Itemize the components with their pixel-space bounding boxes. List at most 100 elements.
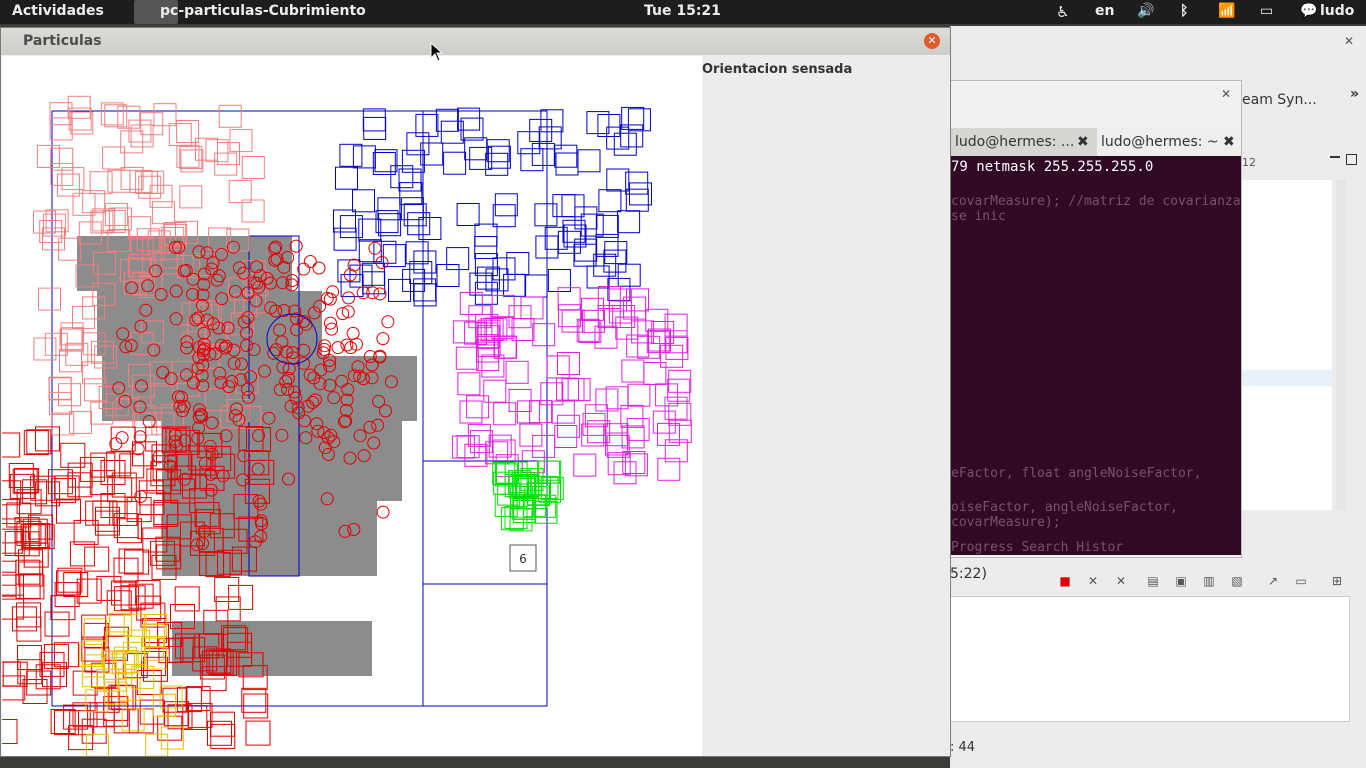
maximize-icon[interactable]: [1346, 154, 1357, 165]
accessibility-icon[interactable]: ♿: [1056, 3, 1069, 21]
new-console-icon[interactable]: ⊞: [1330, 574, 1344, 588]
particle-square: [63, 572, 89, 597]
window-close-icon[interactable]: ✕: [924, 33, 940, 49]
terminal-body[interactable]: 79 netmask 255.255.255.0 covarMeasure); …: [951, 156, 1241, 555]
particle-square: [377, 197, 401, 221]
particle-square: [555, 152, 579, 176]
particle-square: [96, 575, 122, 601]
particle-square: [468, 305, 492, 329]
particle-square: [86, 733, 109, 756]
remove-all-icon[interactable]: ✕: [1114, 574, 1128, 588]
battery-icon[interactable]: ▭: [1260, 3, 1273, 19]
eclipse-close-icon[interactable]: ✕: [1342, 34, 1356, 48]
particle-square: [577, 149, 601, 173]
particle-square: [388, 278, 411, 302]
particle-square: [486, 139, 510, 163]
minimize-icon[interactable]: [1330, 156, 1340, 158]
particle-square: [2, 432, 21, 458]
user-menu[interactable]: ludo: [1320, 3, 1354, 19]
tab-terminal-1[interactable]: ludo@hermes: ...: [955, 130, 1074, 154]
tab-count[interactable]: 12: [1242, 156, 1256, 169]
stop-icon[interactable]: ■: [1058, 574, 1072, 588]
particle-square: [667, 378, 691, 402]
particle-square: [436, 264, 460, 287]
particle-square: [534, 203, 558, 227]
overflow-icon[interactable]: »: [1350, 86, 1359, 102]
terminal-close-icon[interactable]: ✕: [1221, 87, 1231, 101]
particle-square: [2, 571, 17, 597]
particle-square: [483, 379, 507, 403]
bluetooth-icon[interactable]: ᛒ: [1180, 3, 1188, 19]
particle-square: [84, 546, 110, 572]
particle-square: [493, 402, 517, 426]
particle-square: [627, 383, 651, 407]
particle-square: [110, 426, 136, 452]
clear-icon[interactable]: ▧: [1230, 574, 1244, 588]
particle-square: [435, 108, 459, 132]
activities-button[interactable]: Actividades: [12, 3, 104, 19]
particle-square: [38, 287, 61, 311]
mouse-cursor-icon: [430, 42, 444, 62]
tab-1-close-icon[interactable]: ✖: [1077, 130, 1089, 154]
particle-square: [81, 664, 105, 688]
editor-fragment[interactable]: [1242, 180, 1332, 510]
particle-circle: [131, 442, 145, 456]
particle-square: [626, 417, 650, 441]
team-sync-label[interactable]: eam Syn...: [1242, 92, 1317, 108]
terminal-window: ✕ ludo@hermes: ... ✖ ludo@hermes: ~ ✖ 79…: [950, 80, 1242, 558]
tab-2-close-icon[interactable]: ✖: [1223, 130, 1235, 154]
console-panel[interactable]: [950, 596, 1350, 722]
scroll-lock-icon[interactable]: ▤: [1146, 574, 1160, 588]
ghost-line-3: oiseFactor, angleNoiseFactor, covarMeasu…: [951, 500, 1178, 530]
particle-circle: [368, 241, 382, 255]
editor-scrollbar[interactable]: [1336, 180, 1346, 510]
particle-square: [241, 687, 267, 713]
particle-square: [118, 548, 144, 574]
particle-square: [664, 330, 688, 354]
particle-square: [440, 120, 464, 144]
app-menu-title[interactable]: pc-particulas-Cubrimiento: [160, 3, 366, 19]
particle-square: [160, 726, 184, 750]
pin-icon[interactable]: ▣: [1174, 574, 1188, 588]
particle-square: [443, 151, 467, 175]
particle-square: [218, 104, 242, 128]
particle-circle: [312, 261, 326, 275]
particle-circle: [133, 430, 147, 444]
particle-square: [586, 265, 610, 289]
particle-square: [106, 451, 132, 477]
chat-icon[interactable]: 💬: [1300, 3, 1317, 19]
particle-square: [245, 720, 271, 746]
particle-circle: [376, 505, 390, 519]
particle-square: [352, 145, 376, 169]
wifi-icon[interactable]: 📶: [1218, 3, 1235, 19]
particle-canvas[interactable]: 6: [2, 56, 702, 756]
particle-square: [547, 269, 571, 292]
occupied-cell-block: [102, 356, 417, 421]
particle-square: [153, 103, 177, 127]
volume-icon[interactable]: 🔊: [1137, 3, 1154, 19]
particle-square: [151, 201, 175, 225]
clock[interactable]: Tue 15:21: [644, 3, 721, 19]
particle-square: [57, 567, 83, 593]
particle-square: [573, 453, 597, 477]
particle-square: [456, 203, 480, 226]
particle-circle: [381, 315, 395, 329]
particle-square: [69, 541, 95, 567]
particle-square: [89, 470, 115, 496]
particle-square: [102, 146, 126, 170]
remove-icon[interactable]: ✕: [1086, 574, 1100, 588]
display-console-icon[interactable]: ▭: [1294, 574, 1308, 588]
particle-square: [17, 659, 43, 685]
tab-terminal-2[interactable]: ludo@hermes: ~: [1101, 130, 1219, 154]
particle-square: [60, 442, 86, 468]
window-titlebar[interactable]: Particulas ✕: [1, 28, 950, 55]
window-title: Particulas: [23, 33, 102, 49]
particle-square: [59, 328, 83, 352]
word-wrap-icon[interactable]: ▥: [1202, 574, 1216, 588]
particle-square: [136, 670, 162, 695]
particle-square: [349, 264, 373, 288]
particle-square: [128, 708, 154, 734]
open-console-icon[interactable]: ↗: [1266, 574, 1280, 588]
particle-square: [72, 670, 98, 696]
keyboard-layout[interactable]: en: [1095, 3, 1114, 19]
